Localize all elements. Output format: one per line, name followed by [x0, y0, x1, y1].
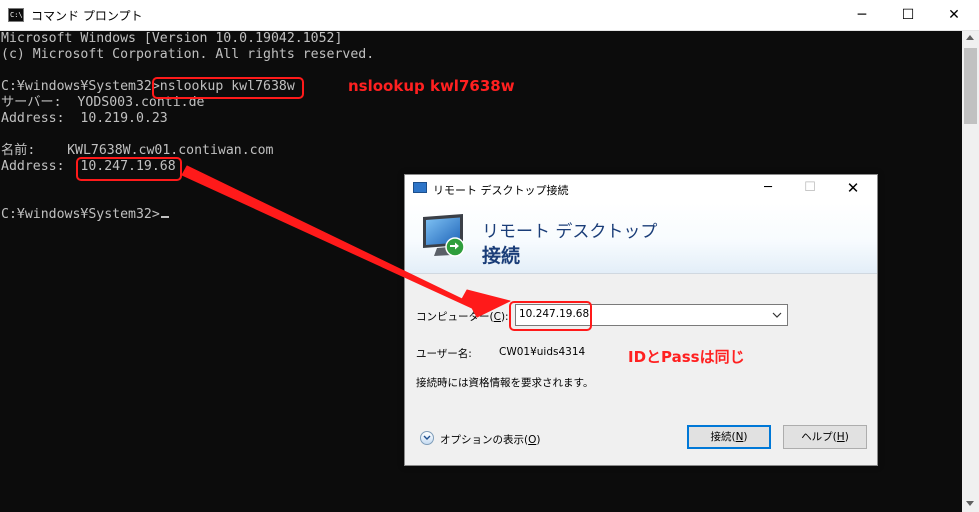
cmd-minimize-button[interactable]: ─ [839, 0, 885, 30]
credential-notice: 接続時には資格情報を要求されます。 [416, 377, 594, 389]
rdp-banner: リモート デスクトップ 接続 [405, 203, 877, 274]
scrollbar-thumb[interactable] [964, 48, 977, 124]
computer-label: コンピューター(C): [416, 311, 509, 323]
cmd-close-button[interactable]: ✕ [931, 0, 977, 30]
console-line: Microsoft Windows [Version 10.0.19042.10… [1, 31, 343, 46]
highlight-nslookup-command [152, 77, 304, 99]
scroll-up-arrow-icon[interactable] [966, 35, 974, 40]
rdp-titlebar[interactable]: リモート デスクトップ接続 ─ ☐ ✕ [405, 175, 877, 203]
cmd-maximize-button[interactable]: ☐ [885, 0, 931, 30]
chevron-down-icon[interactable] [771, 309, 783, 321]
console-line-server-address: Address: 10.219.0.23 [1, 111, 168, 126]
connect-button[interactable]: 接続(N) [687, 425, 771, 449]
remote-desktop-dialog: リモート デスクトップ接続 ─ ☐ ✕ リモート デスクトップ 接続 コンピュー… [404, 174, 878, 466]
cmd-scrollbar[interactable] [962, 31, 979, 512]
remote-desktop-monitor-icon [423, 214, 465, 257]
rdp-maximize-button: ☐ [804, 180, 816, 195]
console-line: (c) Microsoft Corporation. All rights re… [1, 47, 375, 62]
annotation-credentials-note: IDとPassは同じ [628, 348, 745, 366]
cmd-titlebar[interactable]: C:\ コマンド プロンプト ─ ☐ ✕ [0, 0, 979, 31]
rdp-app-icon [413, 182, 427, 193]
rdp-close-button[interactable]: ✕ [836, 175, 870, 203]
highlight-ip-address [76, 157, 182, 181]
console-cursor [160, 216, 169, 218]
console-prompt: C:¥windows¥System32> [1, 207, 160, 222]
cmd-window-title: コマンド プロンプト [31, 9, 143, 23]
scroll-down-arrow-icon[interactable] [966, 501, 974, 506]
username-value: CW01¥uids4314 [499, 346, 586, 358]
console-prompt-line: C:¥windows¥System32> [1, 207, 169, 223]
rdp-header-title: リモート デスクトップ [482, 222, 658, 242]
annotation-command-note: nslookup kwl7638w [348, 77, 515, 95]
rdp-window-title: リモート デスクトップ接続 [433, 184, 569, 197]
username-label: ユーザー名: [416, 348, 472, 360]
rdp-header-subtitle: 接続 [482, 245, 521, 267]
help-button[interactable]: ヘルプ(H) [783, 425, 867, 449]
cmd-app-icon: C:\ [8, 8, 24, 22]
show-options-link[interactable]: オプションの表示(O) [440, 432, 540, 447]
expand-options-icon[interactable] [420, 431, 434, 445]
highlight-computer-address [509, 301, 592, 331]
rdp-minimize-button[interactable]: ─ [751, 175, 785, 203]
